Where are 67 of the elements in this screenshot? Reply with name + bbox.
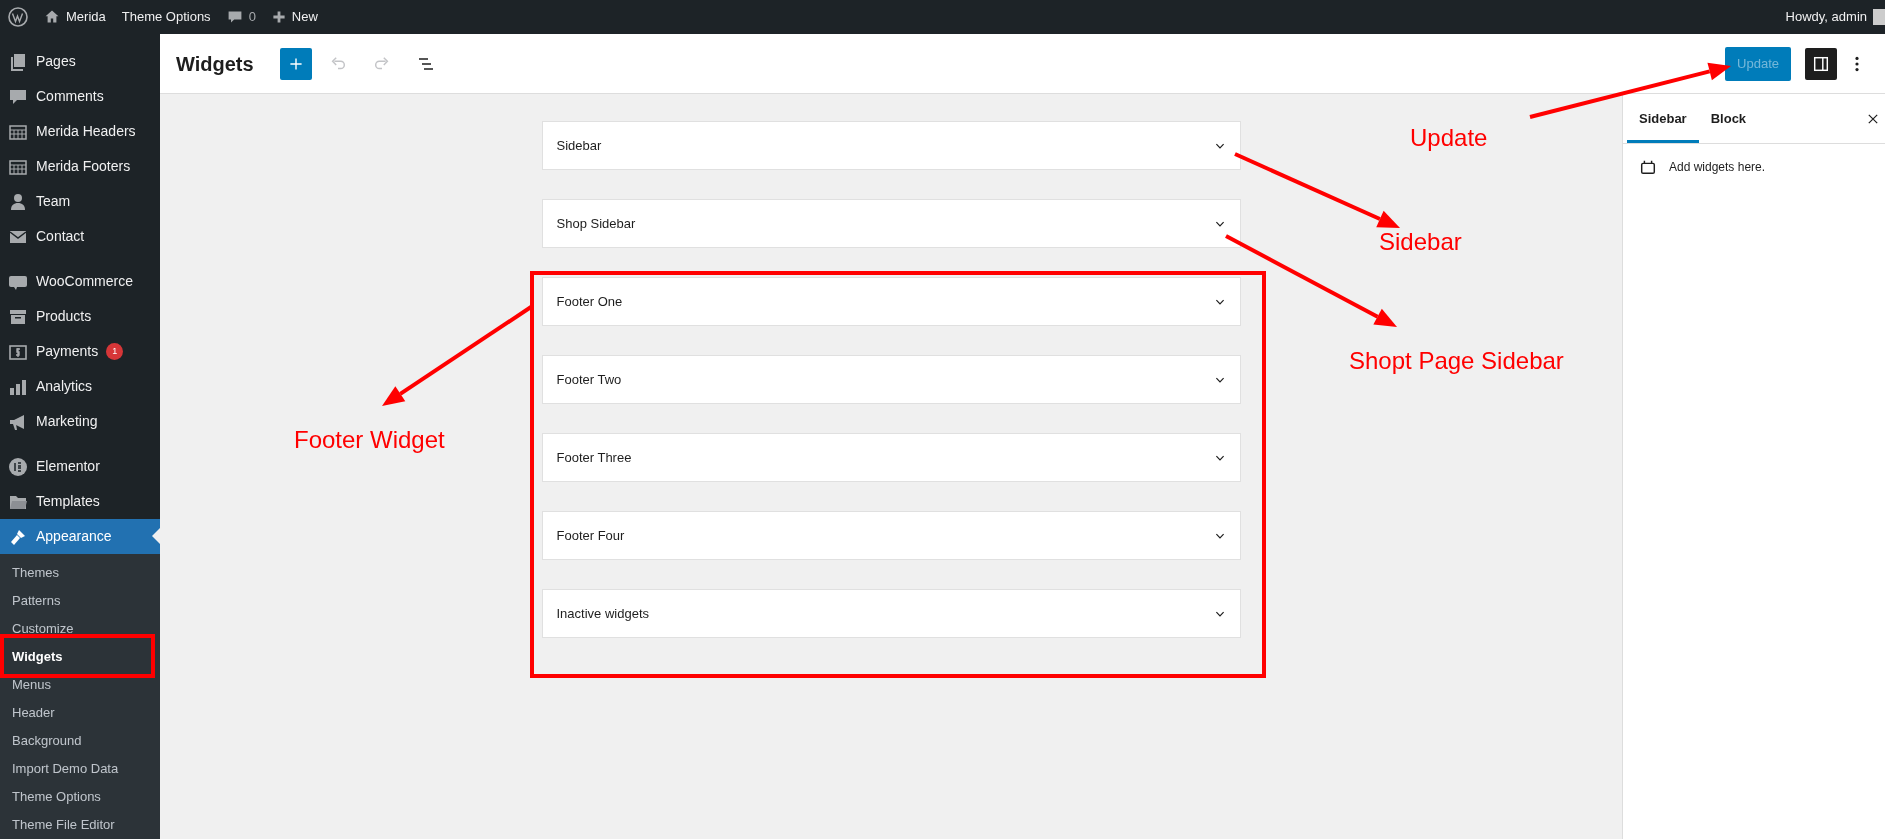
annotation-label: Shopt Page Sidebar <box>1349 349 1564 373</box>
widget-area-panel[interactable]: Footer One <box>541 277 1241 326</box>
widget-area-title: Footer Three <box>556 448 632 467</box>
panel-icon <box>1812 54 1830 73</box>
elementor-logo-icon <box>8 456 28 477</box>
panel-tab[interactable]: Block <box>1698 94 1759 143</box>
submenu-item[interactable]: Customize <box>0 615 160 643</box>
site-name-link[interactable]: Merida <box>66 7 106 27</box>
widget-area-panel[interactable]: Footer Two <box>541 355 1241 404</box>
close-icon <box>1867 113 1879 126</box>
submenu-item[interactable]: Themes <box>0 559 160 587</box>
comment-icon[interactable] <box>226 9 243 25</box>
submenu-item[interactable]: Patterns <box>0 587 160 615</box>
home-icon <box>44 9 60 25</box>
current-indicator <box>152 528 160 544</box>
menu-item[interactable]: Merida Footers <box>0 149 160 184</box>
theme-options-link[interactable]: Theme Options <box>121 7 211 27</box>
menu-item[interactable]: Payments 1 <box>0 334 160 369</box>
menu-item[interactable]: Products <box>0 299 160 334</box>
submenu-item[interactable]: Header <box>0 699 160 727</box>
menu-item[interactable]: Comments <box>0 79 160 114</box>
panel-tab[interactable]: Sidebar <box>1627 94 1699 143</box>
submenu-item[interactable]: Import Demo Data <box>0 755 160 783</box>
new-link[interactable]: New <box>291 7 318 27</box>
person-icon <box>8 191 28 212</box>
widget-area-panel[interactable]: Inactive widgets <box>541 589 1241 638</box>
widget-area-title: Inactive widgets <box>556 604 649 623</box>
panel-message: Add widgets here. <box>1669 159 1766 176</box>
widget-area-icon <box>1639 158 1657 176</box>
widget-area-title: Shop Sidebar <box>556 214 636 233</box>
annotation-label: Footer Widget <box>294 428 445 452</box>
menu-item[interactable]: Contact <box>0 219 160 254</box>
submenu-item[interactable]: Theme File Editor <box>0 811 160 839</box>
page-title: Widgets <box>176 51 254 77</box>
submenu-item[interactable]: Background <box>0 727 160 755</box>
submenu-item[interactable]: Theme Options <box>0 783 160 811</box>
annotation-label: Sidebar <box>1379 230 1462 254</box>
menu-item[interactable]: Analytics <box>0 369 160 404</box>
annotation-label: Update <box>1410 126 1488 150</box>
submenu-item[interactable]: Menus <box>0 671 160 699</box>
wordpress-logo-icon[interactable] <box>8 7 28 27</box>
menu-item[interactable]: Merida Headers <box>0 114 160 149</box>
widget-area-title: Sidebar <box>556 136 602 155</box>
settings-toggle-button[interactable] <box>1805 47 1837 80</box>
menu-item[interactable]: Templates <box>0 484 160 519</box>
notification-badge: 1 <box>106 343 124 360</box>
submenu-item[interactable]: Widgets <box>0 643 160 671</box>
widget-area-panel[interactable]: Footer Three <box>541 433 1241 482</box>
widget-area-panel[interactable]: Sidebar <box>541 121 1241 170</box>
menu-item[interactable]: Marketing <box>0 404 160 439</box>
menu-item[interactable]: WooCommerce <box>0 264 160 299</box>
greeting-link[interactable]: Howdy, admin <box>1785 7 1867 27</box>
add-block-button[interactable] <box>279 47 312 80</box>
widget-area-title: Footer Four <box>556 526 625 545</box>
menu-item[interactable]: Team <box>0 184 160 219</box>
widget-area-title: Footer One <box>556 292 623 311</box>
plus-icon <box>288 56 303 71</box>
widget-area-panel[interactable]: Footer Four <box>541 511 1241 560</box>
kebab-icon <box>1855 55 1859 72</box>
menu-item[interactable]: Pages <box>0 44 160 79</box>
comment-count: 0 <box>248 8 256 27</box>
menu-item[interactable]: Elementor <box>0 449 160 484</box>
menu-item[interactable]: Appearance <box>0 519 160 554</box>
plus-icon <box>271 10 286 24</box>
widget-area-panel[interactable]: Shop Sidebar <box>541 199 1241 248</box>
widget-area-title: Footer Two <box>556 370 622 389</box>
pages-icon <box>8 51 28 72</box>
